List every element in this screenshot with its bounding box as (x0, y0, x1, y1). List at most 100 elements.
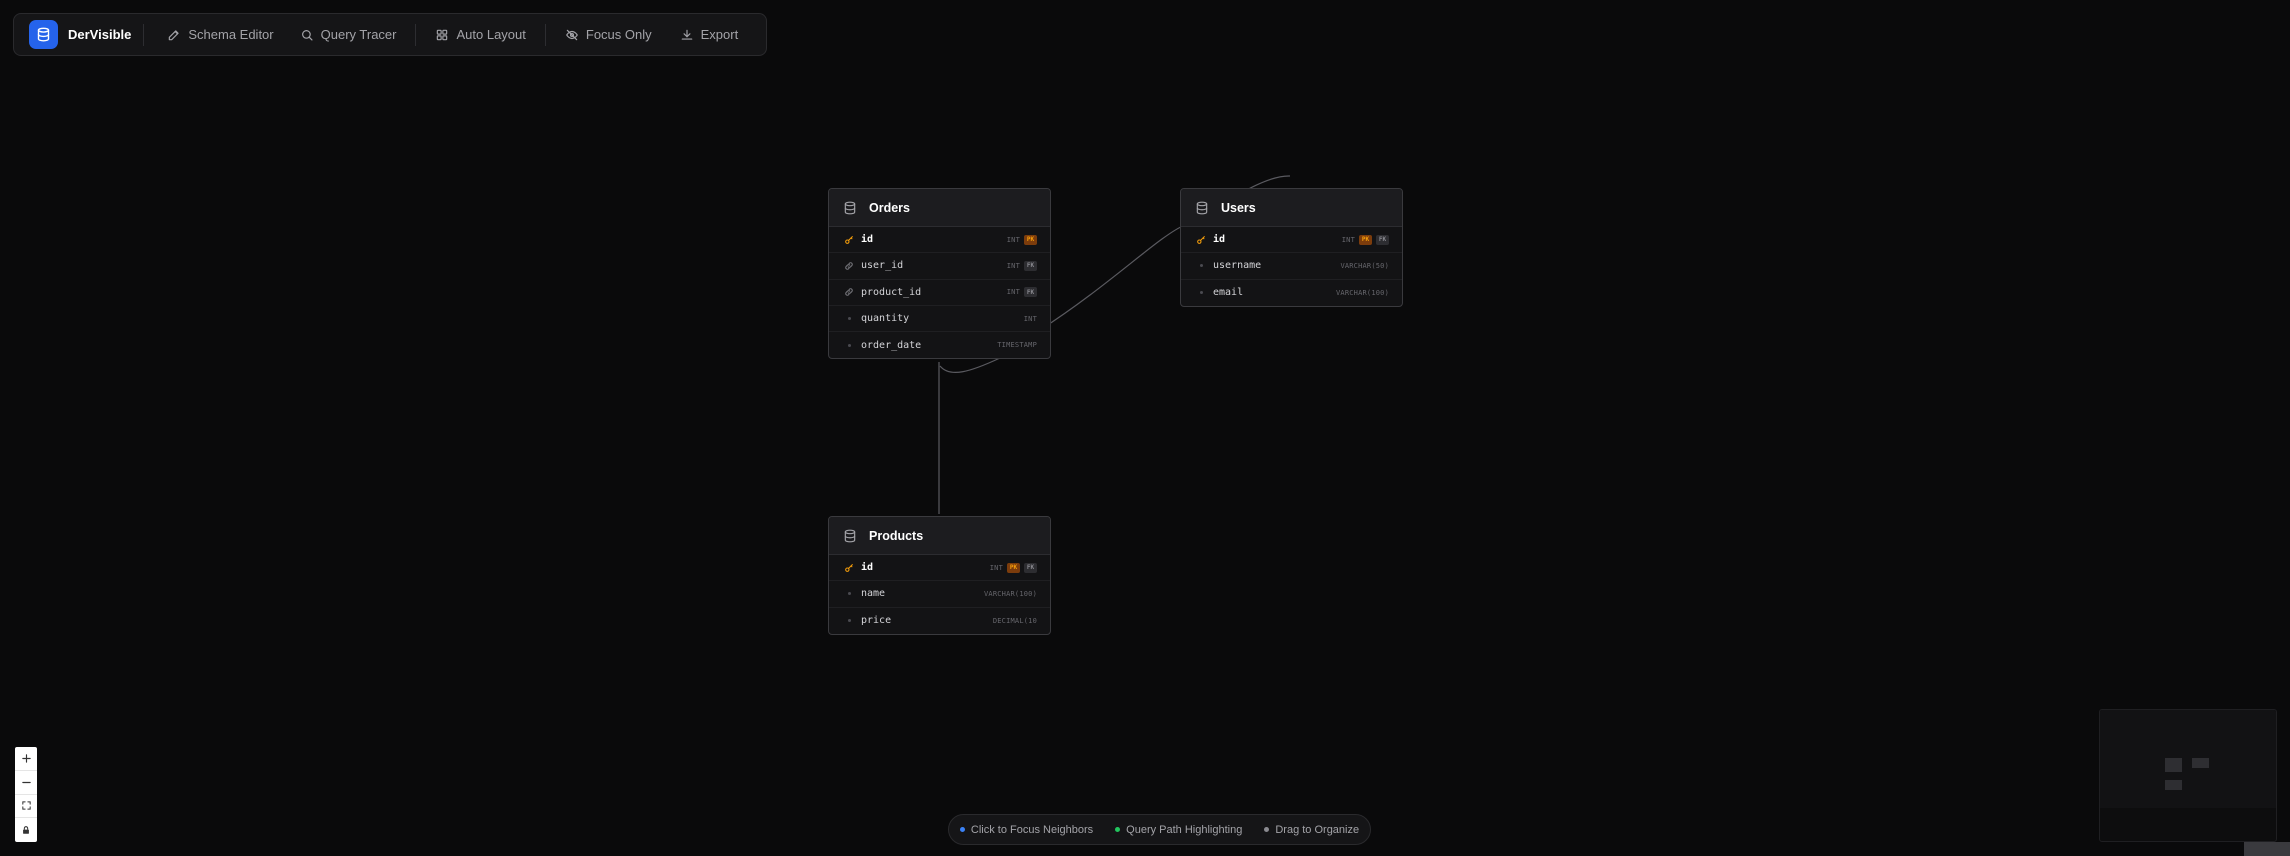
focus-only-button[interactable]: Focus Only (554, 20, 663, 50)
key-icon (843, 563, 855, 573)
database-icon (29, 20, 58, 49)
attribution-mark (2244, 842, 2290, 856)
dot-icon (843, 592, 855, 596)
column-row[interactable]: quantity INT (829, 306, 1050, 333)
table-title: Orders (869, 200, 910, 215)
database-icon (844, 201, 856, 214)
dot-icon (843, 317, 855, 321)
column-type: VARCHAR(100) (1336, 288, 1389, 297)
column-row[interactable]: user_id INT FK (829, 253, 1050, 280)
lock-icon (23, 826, 29, 834)
minimap-viewport[interactable] (2100, 710, 2276, 808)
dot-icon (1195, 264, 1207, 268)
table-node-orders[interactable]: Orders id INT PK user_id INT FK product_… (828, 188, 1051, 360)
link-icon (843, 287, 855, 297)
schema-editor-label: Schema Editor (188, 27, 274, 42)
fk-badge: FK (1376, 234, 1389, 245)
database-icon (844, 529, 856, 542)
column-name: product_id (861, 286, 922, 298)
key-icon (1195, 235, 1207, 245)
table-header[interactable]: Orders (829, 189, 1050, 227)
dot-icon (843, 343, 855, 347)
column-row[interactable]: id INT PK FK (829, 555, 1050, 582)
column-type: TIMESTAMP (997, 341, 1037, 350)
legend-dot (1115, 827, 1121, 832)
fit-view-button[interactable] (15, 795, 37, 819)
legend-item-query: Query Path Highlighting (1115, 824, 1242, 836)
plus-icon (21, 754, 31, 763)
query-tracer-button[interactable]: Query Tracer (289, 20, 408, 50)
column-row[interactable]: id INT PK FK (1181, 227, 1402, 254)
column-name: name (861, 588, 886, 600)
fk-badge: FK (1024, 287, 1037, 298)
eye-off-icon (565, 29, 578, 40)
column-name: id (861, 234, 874, 246)
toolbar-divider (544, 23, 546, 46)
column-name: user_id (861, 260, 904, 272)
column-row[interactable]: id INT PK (829, 227, 1050, 254)
column-row[interactable]: email VARCHAR(100) (1181, 280, 1402, 306)
column-type: VARCHAR(50) (1340, 261, 1389, 270)
minimap[interactable] (2099, 709, 2277, 842)
dot-icon (843, 619, 855, 623)
column-row[interactable]: price DECIMAL(10 (829, 608, 1050, 634)
column-type: INT (989, 563, 1003, 572)
query-tracer-label: Query Tracer (320, 27, 397, 42)
schema-editor-button[interactable]: Schema Editor (156, 20, 284, 50)
search-icon (301, 29, 313, 41)
column-row[interactable]: order_date TIMESTAMP (829, 332, 1050, 358)
legend-label: Click to Focus Neighbors (970, 823, 1094, 836)
table-title: Products (869, 528, 924, 543)
column-type: VARCHAR(100) (984, 589, 1037, 598)
column-name: id (861, 562, 874, 574)
legend-item-focus: Click to Focus Neighbors (959, 823, 1094, 836)
toolbar-divider (415, 23, 417, 46)
zoom-controls (15, 747, 37, 842)
zoom-in-button[interactable] (15, 747, 37, 771)
pencil-icon (169, 29, 180, 40)
table-node-products[interactable]: Products id INT PK FK name VARCHAR(100) … (828, 516, 1051, 635)
column-name: quantity (861, 313, 910, 325)
column-row[interactable]: product_id INT FK (829, 280, 1050, 306)
minus-icon (21, 781, 31, 783)
legend-label: Drag to Organize (1275, 823, 1360, 836)
auto-layout-label: Auto Layout (456, 27, 526, 42)
column-row[interactable]: name VARCHAR(100) (829, 581, 1050, 608)
legend-label: Query Path Highlighting (1126, 823, 1243, 836)
toolbar-divider (143, 23, 145, 46)
database-icon (1196, 201, 1208, 214)
download-icon (681, 29, 692, 40)
zoom-out-button[interactable] (15, 771, 37, 795)
column-type: INT (1023, 314, 1037, 323)
brand[interactable]: DerVisible (29, 20, 131, 49)
column-type: INT (1006, 288, 1020, 297)
table-title: Users (1221, 200, 1256, 215)
pk-badge: PK (1359, 234, 1372, 245)
edge-orders-users-loop (939, 357, 1001, 373)
fk-badge: FK (1024, 260, 1037, 271)
legend-dot (959, 827, 965, 832)
minimap-node-products (2165, 780, 2182, 790)
column-name: username (1213, 260, 1262, 272)
export-button[interactable]: Export (669, 20, 750, 50)
column-name: price (861, 615, 892, 627)
app-name: DerVisible (68, 27, 132, 42)
auto-layout-button[interactable]: Auto Layout (424, 20, 536, 50)
legend-item-drag: Drag to Organize (1264, 824, 1359, 836)
lock-button[interactable] (15, 818, 37, 842)
export-label: Export (700, 27, 739, 42)
table-header[interactable]: Users (1181, 189, 1402, 227)
focus-only-label: Focus Only (585, 27, 652, 42)
legend-bar: Click to Focus Neighbors Query Path High… (948, 814, 1371, 845)
dot-icon (1195, 291, 1207, 295)
relationship-edges (938, 175, 1291, 514)
column-type: DECIMAL(10 (992, 616, 1037, 625)
grid-icon (437, 29, 448, 40)
column-row[interactable]: username VARCHAR(50) (1181, 253, 1402, 280)
column-type: INT (1006, 235, 1020, 244)
table-node-users[interactable]: Users id INT PK FK username VARCHAR(50) … (1180, 188, 1403, 307)
legend-dot (1264, 827, 1270, 832)
table-header[interactable]: Products (829, 517, 1050, 555)
column-name: email (1213, 287, 1244, 299)
column-type: INT (1006, 261, 1020, 270)
